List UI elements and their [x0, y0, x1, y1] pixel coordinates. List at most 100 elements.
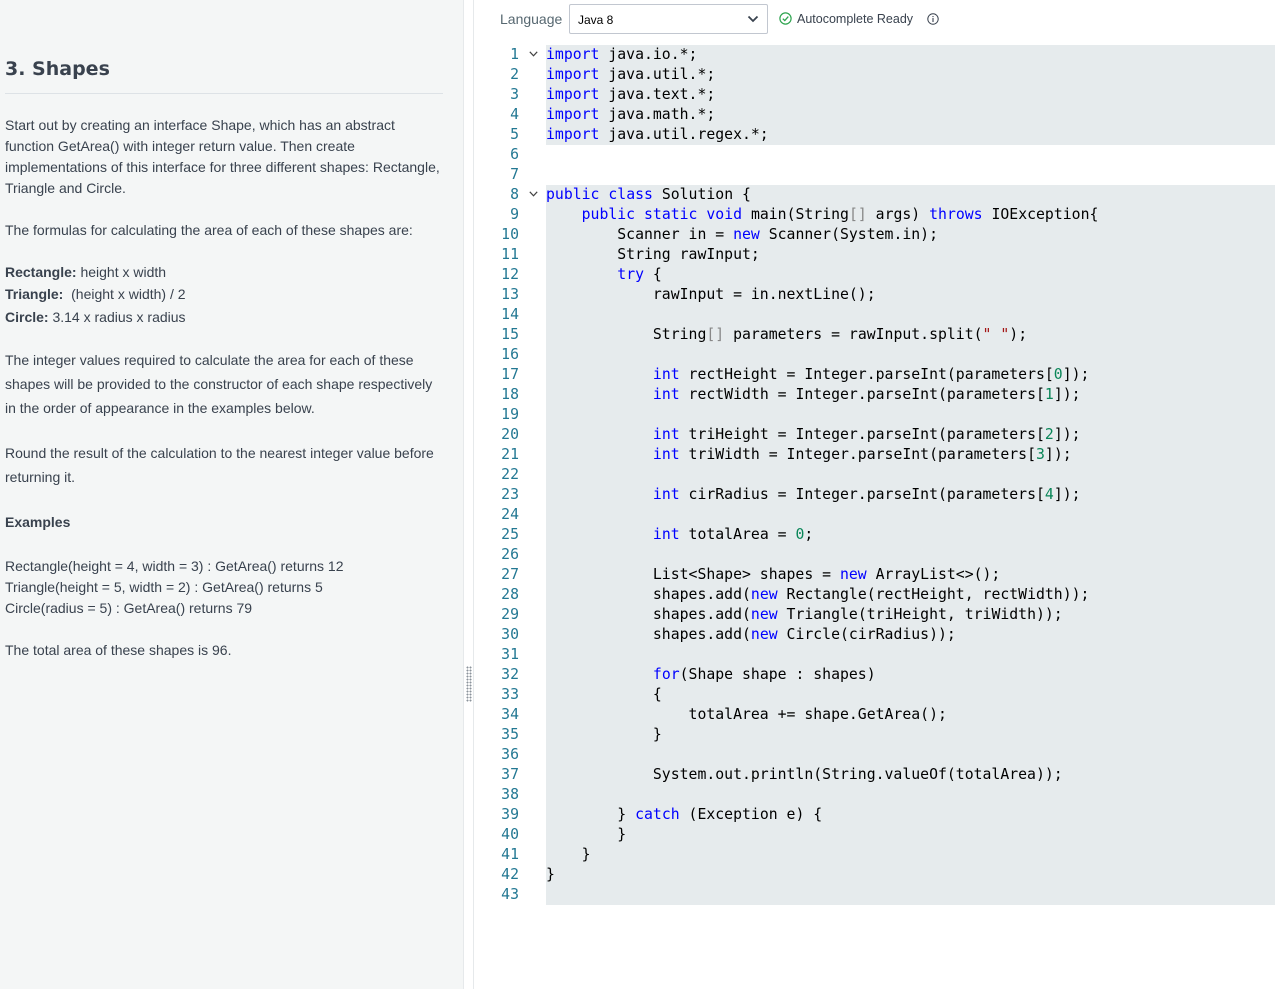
code-text[interactable]: public static void main(String[] args) t… — [546, 205, 1099, 225]
line-number: 19 — [501, 406, 519, 423]
code-text[interactable]: int rectWidth = Integer.parseInt(paramet… — [546, 385, 1081, 405]
line-number: 1 — [510, 46, 519, 63]
constructor-line: The integer values required to calculate… — [5, 352, 414, 368]
code-text[interactable]: String[] parameters = rawInput.split(" "… — [546, 325, 1027, 345]
constructor-line: shapes will be provided to the construct… — [5, 376, 433, 392]
line-number: 11 — [501, 246, 519, 263]
line-number: 8 — [510, 186, 519, 203]
code-text[interactable]: import java.util.*; — [546, 65, 715, 85]
line-number: 3 — [510, 86, 519, 103]
line-number: 22 — [501, 466, 519, 483]
code-text[interactable]: } catch (Exception e) { — [546, 805, 822, 825]
code-text[interactable]: List<Shape> shapes = new ArrayList<>(); — [546, 565, 1000, 585]
code-text[interactable]: } — [546, 825, 626, 845]
code-text[interactable]: } — [546, 865, 555, 885]
check-circle-icon — [779, 12, 792, 25]
formula-label: Triangle: — [5, 286, 64, 302]
constructor-line: in the order of appearance in the exampl… — [5, 400, 315, 416]
example-line: Triangle(height = 5, width = 2) : GetAre… — [5, 579, 323, 595]
code-text[interactable]: shapes.add(new Rectangle(rectHeight, rec… — [546, 585, 1090, 605]
editor-toolbar: Language Java 8 Autocomplete Ready — [475, 0, 1275, 40]
line-number: 30 — [501, 626, 519, 643]
code-text[interactable]: import java.text.*; — [546, 85, 715, 105]
chevron-down-icon — [747, 15, 759, 23]
line-number: 7 — [510, 166, 519, 183]
line-number: 4 — [510, 106, 519, 123]
intro-line: Start out by creating an interface Shape… — [5, 117, 395, 133]
code-text[interactable]: import java.util.regex.*; — [546, 125, 769, 145]
rounding-line: returning it. — [5, 469, 76, 485]
line-number: 5 — [510, 126, 519, 143]
code-text[interactable]: rawInput = in.nextLine(); — [546, 285, 876, 305]
language-label: Language — [500, 11, 563, 27]
formula-text: 3.14 x radius x radius — [48, 309, 186, 325]
formulas-intro: The formulas for calculating the area of… — [5, 222, 413, 238]
language-select[interactable]: Java 8 — [569, 4, 768, 34]
formula-circle: Circle: 3.14 x radius x radius — [5, 307, 186, 327]
total-area-text: The total area of these shapes is 96. — [5, 642, 232, 658]
line-number: 29 — [501, 606, 519, 623]
code-text[interactable]: int rectHeight = Integer.parseInt(parame… — [546, 365, 1090, 385]
line-number: 43 — [501, 886, 519, 903]
code-text[interactable]: import java.io.*; — [546, 45, 697, 65]
formula-text: (height x width) / 2 — [63, 286, 186, 302]
line-number: 24 — [501, 506, 519, 523]
example-line: Circle(radius = 5) : GetArea() returns 7… — [5, 600, 253, 616]
formula-label: Rectangle: — [5, 264, 77, 280]
code-text[interactable]: public class Solution { — [546, 185, 751, 205]
fold-chevron-icon[interactable] — [529, 51, 538, 57]
code-text[interactable]: } — [546, 725, 662, 745]
problem-panel: 3. Shapes Start out by creating an inter… — [0, 0, 463, 989]
examples-heading: Examples — [5, 514, 71, 530]
formula-rectangle: Rectangle: height x width — [5, 262, 166, 282]
line-number: 9 — [510, 206, 519, 223]
code-editor[interactable]: 1 import java.io.*; 2 import java.util.*; 3 i… — [475, 45, 1275, 989]
line-number: 18 — [501, 386, 519, 403]
code-text[interactable]: Scanner in = new Scanner(System.in); — [546, 225, 938, 245]
code-text[interactable]: try { — [546, 265, 662, 285]
code-text[interactable]: } — [546, 845, 591, 865]
line-number: 31 — [501, 646, 519, 663]
formula-triangle: Triangle: (height x width) / 2 — [5, 284, 186, 304]
line-number: 2 — [510, 66, 519, 83]
line-number: 17 — [501, 366, 519, 383]
code-text[interactable]: shapes.add(new Circle(cirRadius)); — [546, 625, 956, 645]
panel-resize-handle[interactable] — [463, 0, 474, 989]
code-text[interactable]: String rawInput; — [546, 245, 760, 265]
line-number: 34 — [501, 706, 519, 723]
line-number: 23 — [501, 486, 519, 503]
line-number: 33 — [501, 686, 519, 703]
drag-grip-icon[interactable] — [466, 666, 472, 702]
line-number: 15 — [501, 326, 519, 343]
code-text[interactable]: { — [546, 685, 662, 705]
intro-line: implementations of this interface for th… — [5, 159, 440, 175]
line-number: 38 — [501, 786, 519, 803]
autocomplete-status-text: Autocomplete Ready — [797, 12, 914, 26]
code-text[interactable]: int totalArea = 0; — [546, 525, 813, 545]
line-number: 10 — [501, 226, 519, 243]
code-text[interactable]: for(Shape shape : shapes) — [546, 665, 876, 685]
example-line: Rectangle(height = 4, width = 3) : GetAr… — [5, 558, 344, 574]
code-text[interactable]: import java.math.*; — [546, 105, 715, 125]
line-number: 13 — [501, 286, 519, 303]
rounding-line: Round the result of the calculation to t… — [5, 445, 434, 461]
line-number: 20 — [501, 426, 519, 443]
code-text[interactable]: System.out.println(String.valueOf(totalA… — [546, 765, 1063, 785]
problem-title: 3. Shapes — [5, 58, 110, 80]
fold-chevron-icon[interactable] — [529, 191, 538, 197]
code-text[interactable]: int cirRadius = Integer.parseInt(paramet… — [546, 485, 1081, 505]
info-icon[interactable] — [927, 13, 939, 25]
language-value: Java 8 — [578, 13, 614, 27]
formula-text: height x width — [76, 264, 167, 280]
line-number: 12 — [501, 266, 519, 283]
title-divider — [5, 93, 443, 94]
line-number: 16 — [501, 346, 519, 363]
code-text[interactable]: int triHeight = Integer.parseInt(paramet… — [546, 425, 1081, 445]
line-number: 21 — [501, 446, 519, 463]
intro-line: Triangle and Circle. — [5, 180, 126, 196]
code-text[interactable]: totalArea += shape.GetArea(); — [546, 705, 947, 725]
code-text[interactable]: shapes.add(new Triangle(triHeight, triWi… — [546, 605, 1063, 625]
line-number: 41 — [501, 846, 519, 863]
code-text[interactable]: int triWidth = Integer.parseInt(paramete… — [546, 445, 1072, 465]
line-number: 42 — [501, 866, 519, 883]
